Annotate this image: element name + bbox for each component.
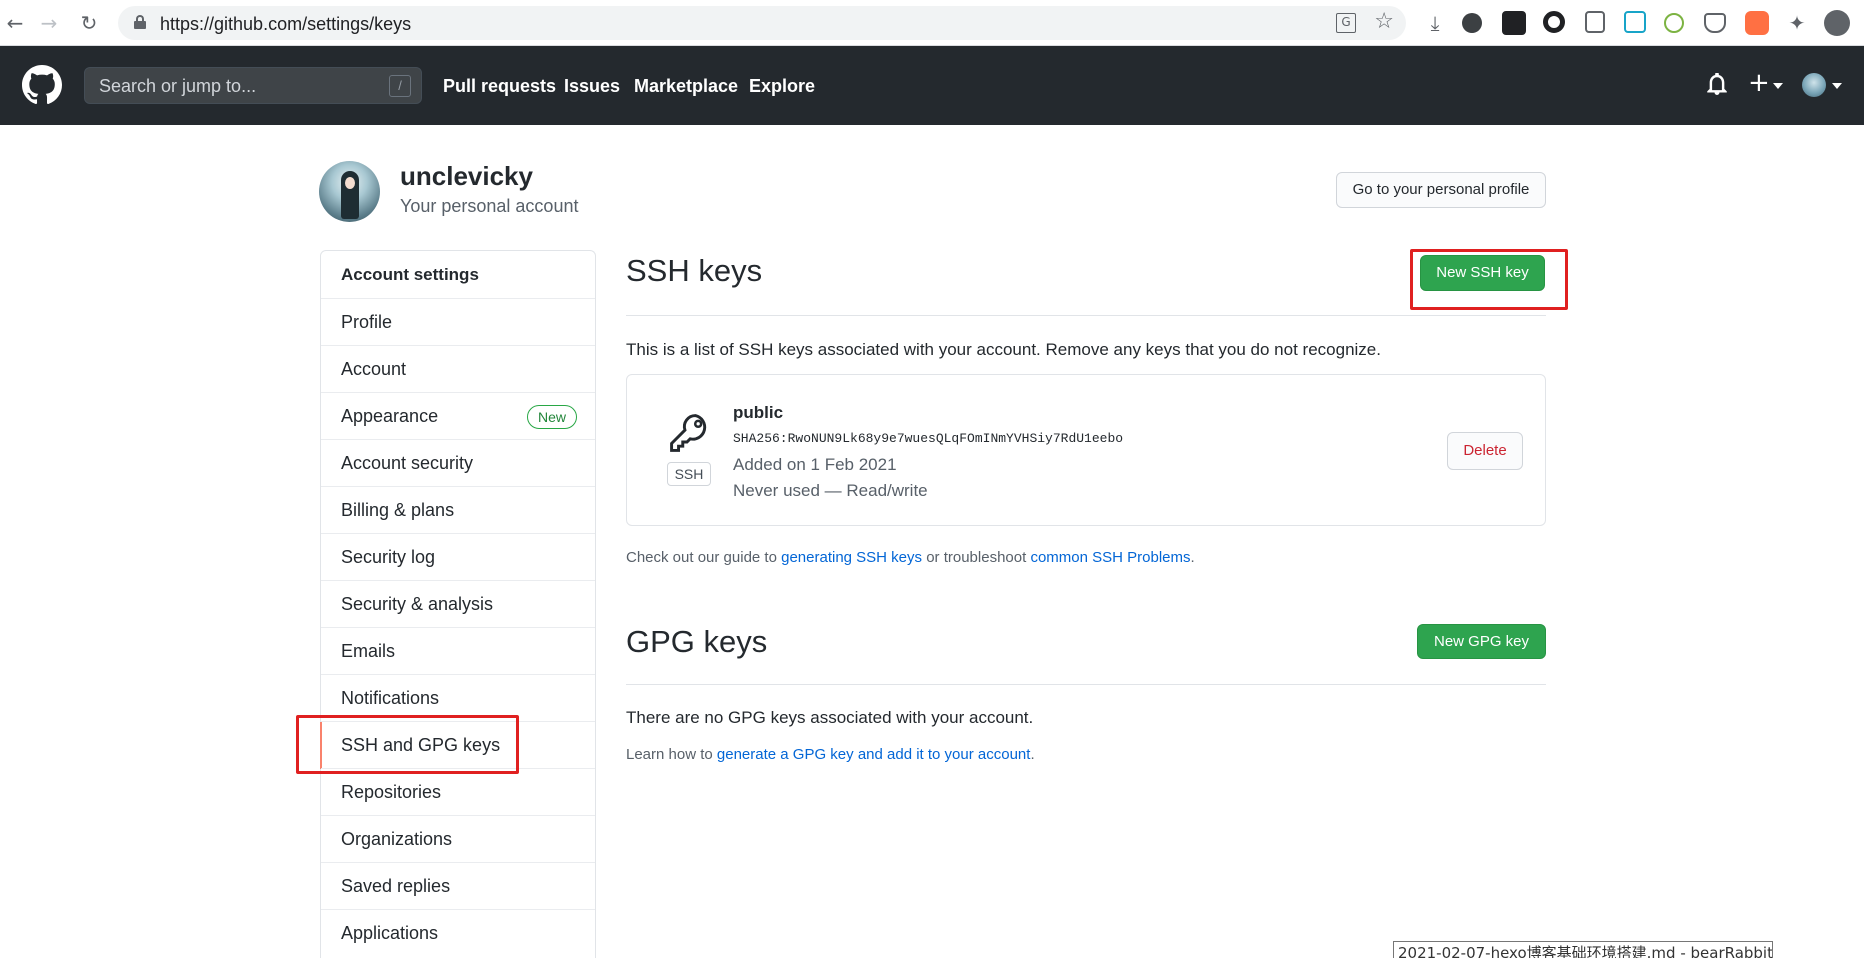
avatar[interactable] [1802,73,1826,97]
key-icon [670,414,707,452]
ssh-key-usage: Never used — Read/write [733,481,928,500]
create-caret-icon[interactable] [1773,83,1783,89]
gpg-help-suffix: . [1030,746,1035,763]
extension-gamepad-icon[interactable] [1502,11,1526,35]
sidebar-item-appearance[interactable]: Appearance New [321,392,595,439]
profile-avatar[interactable] [319,161,380,222]
extension-orange-icon[interactable] [1745,11,1769,35]
extension-save-icon[interactable] [1624,11,1646,33]
back-icon[interactable]: ← [0,8,30,38]
ssh-help-middle: or troubleshoot [922,549,1031,566]
download-icon[interactable]: ⤓ [1420,8,1450,38]
nav-issues[interactable]: Issues [564,76,620,97]
nav-marketplace[interactable]: Marketplace [634,76,738,97]
lock-icon [134,15,146,29]
ssh-key-fingerprint: SHA256:RwoNUN9Lk68y9e7wuesQLqFOmINmYVHSi… [733,431,1124,446]
browser-toolbar: ← → ↻ https://github.com/settings/keys G… [0,0,1864,46]
ssh-key-item: SSH public SHA256:RwoNUN9Lk68y9e7wuesQLq… [626,374,1546,526]
sidebar-item-notifications[interactable]: Notifications [321,674,595,721]
browser-profile-icon[interactable] [1824,10,1850,36]
ssh-divider [626,315,1546,316]
ssh-description: This is a list of SSH keys associated wi… [626,340,1381,359]
forward-icon[interactable]: → [34,8,64,38]
window-title-tooltip: 2021-02-07-hexo博客基础环境搭建.md - bearRabbit [1393,941,1773,958]
profile-username[interactable]: unclevicky [400,161,533,192]
extension-refresh-icon[interactable] [1462,13,1482,33]
reload-icon[interactable]: ↻ [74,8,104,38]
github-header: Search or jump to... / Pull requests Iss… [0,46,1864,125]
nav-explore[interactable]: Explore [749,76,815,97]
annotation-highlight-new-ssh-key [1410,249,1568,310]
extension-leaf-icon[interactable] [1664,13,1684,33]
nav-pull-requests[interactable]: Pull requests [443,76,556,97]
gpg-empty-text: There are no GPG keys associated with yo… [626,708,1034,727]
extension-doc-icon[interactable] [1585,11,1605,33]
sidebar-item-organizations[interactable]: Organizations [321,815,595,862]
address-bar[interactable]: https://github.com/settings/keys G ☆ [118,6,1406,40]
sidebar-item-profile[interactable]: Profile [321,298,595,345]
ssh-help-text: Check out our guide to generating SSH ke… [626,549,1195,566]
search-input[interactable]: Search or jump to... / [84,67,422,104]
avatar-caret-icon[interactable] [1832,83,1842,89]
go-to-profile-button[interactable]: Go to your personal profile [1336,172,1546,208]
common-ssh-problems-link[interactable]: common SSH Problems [1030,549,1190,566]
new-badge: New [526,405,577,429]
url-text[interactable]: https://github.com/settings/keys [160,14,411,35]
ssh-keys-title: SSH keys [626,253,763,288]
create-new-icon[interactable]: + [1748,68,1770,98]
sidebar-item-saved-replies[interactable]: Saved replies [321,862,595,909]
profile-subtitle: Your personal account [400,196,579,216]
settings-sidebar: Account settings Profile Account Appeara… [320,250,596,958]
generating-ssh-keys-link[interactable]: generating SSH keys [781,549,922,566]
new-gpg-key-button[interactable]: New GPG key [1417,624,1546,659]
sidebar-item-repositories[interactable]: Repositories [321,768,595,815]
ssh-key-added-date: Added on 1 Feb 2021 [733,455,897,474]
translate-icon[interactable]: G [1336,13,1356,33]
gpg-help-text: Learn how to generate a GPG key and add … [626,746,1035,763]
ssh-help-prefix: Check out our guide to [626,549,782,566]
bookmark-star-icon[interactable]: ☆ [1374,9,1394,34]
extension-circle-icon[interactable] [1543,11,1565,33]
delete-ssh-key-button[interactable]: Delete [1447,432,1523,470]
bell-icon[interactable] [1707,73,1727,95]
gpg-help-prefix: Learn how to [626,746,717,763]
search-shortcut-key: / [389,75,411,97]
generate-gpg-key-link[interactable]: generate a GPG key and add it to your ac… [717,746,1031,763]
gpg-keys-title: GPG keys [626,624,768,659]
sidebar-item-security-analysis[interactable]: Security & analysis [321,580,595,627]
sidebar-item-billing[interactable]: Billing & plans [321,486,595,533]
sidebar-item-security-log[interactable]: Security log [321,533,595,580]
sidebar-item-label: Appearance [341,406,439,426]
ssh-type-badge: SSH [667,462,711,486]
extension-pocket-icon[interactable] [1704,13,1726,33]
ssh-help-suffix: . [1190,549,1195,566]
sidebar-item-account-security[interactable]: Account security [321,439,595,486]
sidebar-item-applications[interactable]: Applications [321,909,595,956]
search-placeholder: Search or jump to... [99,76,257,96]
github-logo-icon[interactable] [22,65,62,105]
extensions-puzzle-icon[interactable]: ✦ [1782,8,1812,38]
ssh-key-name: public [733,403,784,422]
sidebar-item-account[interactable]: Account [321,345,595,392]
sidebar-item-emails[interactable]: Emails [321,627,595,674]
sidebar-title: Account settings [341,265,479,284]
gpg-divider [626,684,1546,685]
annotation-highlight-ssh-gpg-keys [296,715,519,774]
